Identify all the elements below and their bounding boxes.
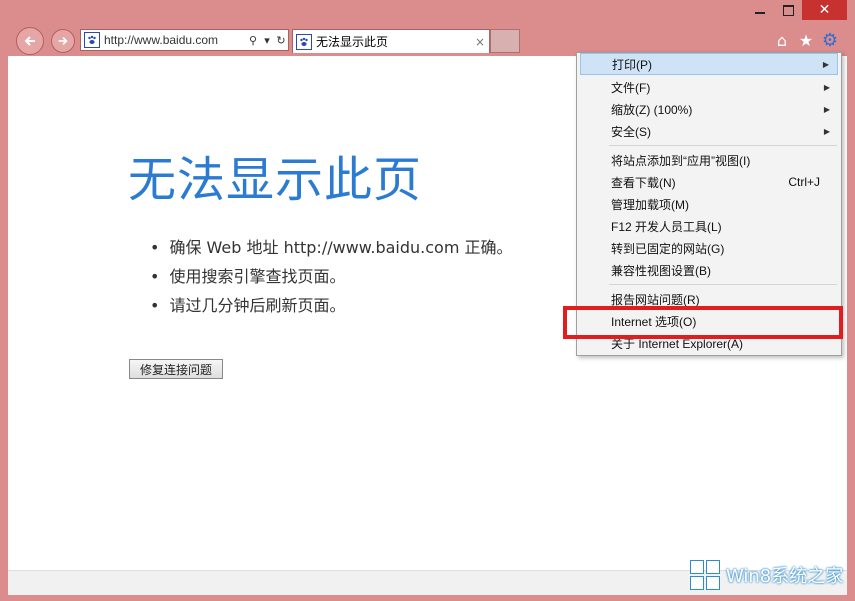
menu-item-view-downloads[interactable]: 查看下载(N) Ctrl+J (580, 171, 838, 193)
menu-item-label: 打印(P) (612, 57, 652, 72)
forward-button[interactable] (51, 29, 75, 53)
address-bar[interactable]: http://www.baidu.com ⚲ ▾ ↻ (80, 29, 289, 51)
refresh-icon[interactable]: ↻ (274, 34, 288, 47)
minimize-button[interactable] (746, 0, 774, 20)
menu-item-zoom[interactable]: 缩放(Z) (100%) ▶ (580, 98, 838, 120)
list-item: 请过几分钟后刷新页面。 (150, 294, 513, 323)
watermark-text: Win8系统之家 (726, 566, 844, 587)
windows-logo-icon (690, 560, 720, 590)
menu-item-pinned-sites[interactable]: 转到已固定的网站(G) (580, 237, 838, 259)
gear-icon[interactable]: ⚙ (820, 30, 840, 51)
maximize-button[interactable] (774, 0, 802, 20)
menu-item-label: 报告网站问题(R) (611, 292, 700, 307)
menu-item-file[interactable]: 文件(F) ▶ (580, 76, 838, 98)
search-icon[interactable]: ⚲ (246, 34, 260, 47)
highlight-box (563, 306, 843, 339)
tab-title: 无法显示此页 (316, 35, 389, 49)
menu-item-label: 缩放(Z) (100%) (611, 102, 693, 117)
close-button[interactable]: ✕ (802, 0, 847, 20)
menu-item-safety[interactable]: 安全(S) ▶ (580, 120, 838, 142)
favorites-icon[interactable]: ★ (796, 30, 816, 50)
fix-connection-button[interactable]: 修复连接问题 (129, 359, 223, 379)
dropdown-icon[interactable]: ▾ (260, 34, 274, 47)
list-item: 使用搜索引擎查找页面。 (150, 265, 513, 294)
url-text[interactable]: http://www.baidu.com (104, 33, 246, 47)
menu-item-label: F12 开发人员工具(L) (611, 219, 722, 234)
menu-item-label: 兼容性视图设置(B) (611, 263, 711, 278)
submenu-arrow-icon: ▶ (823, 82, 830, 92)
menu-divider (609, 284, 837, 285)
menu-item-manage-addons[interactable]: 管理加载项(M) (580, 193, 838, 215)
back-button[interactable] (16, 27, 44, 55)
baidu-favicon-icon (84, 32, 100, 48)
baidu-favicon-icon (296, 33, 312, 50)
home-icon[interactable]: ⌂ (772, 30, 792, 50)
tab-close-icon[interactable]: × (471, 35, 489, 49)
menu-divider (609, 145, 837, 146)
submenu-arrow-icon: ▶ (823, 126, 830, 136)
menu-item-compat-view[interactable]: 兼容性视图设置(B) (580, 259, 838, 281)
menu-item-add-to-apps[interactable]: 将站点添加到“应用”视图(I) (580, 149, 838, 171)
menu-item-label: 管理加载项(M) (611, 197, 689, 212)
new-tab-button[interactable] (490, 29, 520, 53)
suggestion-list: 确保 Web 地址 http://www.baidu.com 正确。 使用搜索引… (150, 236, 513, 323)
menu-item-print[interactable]: 打印(P) ▶ (580, 53, 838, 75)
list-item: 确保 Web 地址 http://www.baidu.com 正确。 (150, 236, 512, 265)
back-arrow-icon (24, 36, 35, 46)
menu-item-label: 查看下载(N) (611, 175, 676, 190)
submenu-arrow-icon: ▶ (822, 59, 829, 69)
minimize-icon (755, 12, 765, 14)
menu-item-label: 文件(F) (611, 80, 651, 95)
tab-current[interactable]: 无法显示此页 × (292, 29, 490, 53)
watermark: Win8系统之家 (690, 560, 843, 590)
page-title: 无法显示此页 (128, 152, 423, 208)
forward-arrow-icon (58, 36, 68, 46)
menu-item-dev-tools[interactable]: F12 开发人员工具(L) (580, 215, 838, 237)
menu-item-label: 安全(S) (611, 124, 651, 139)
close-icon: ✕ (818, 2, 831, 18)
menu-item-label: 转到已固定的网站(G) (611, 241, 725, 256)
maximize-icon (782, 4, 794, 16)
shortcut-label: Ctrl+J (788, 175, 820, 189)
submenu-arrow-icon: ▶ (823, 104, 830, 114)
menu-item-label: 将站点添加到“应用”视图(I) (611, 153, 751, 168)
